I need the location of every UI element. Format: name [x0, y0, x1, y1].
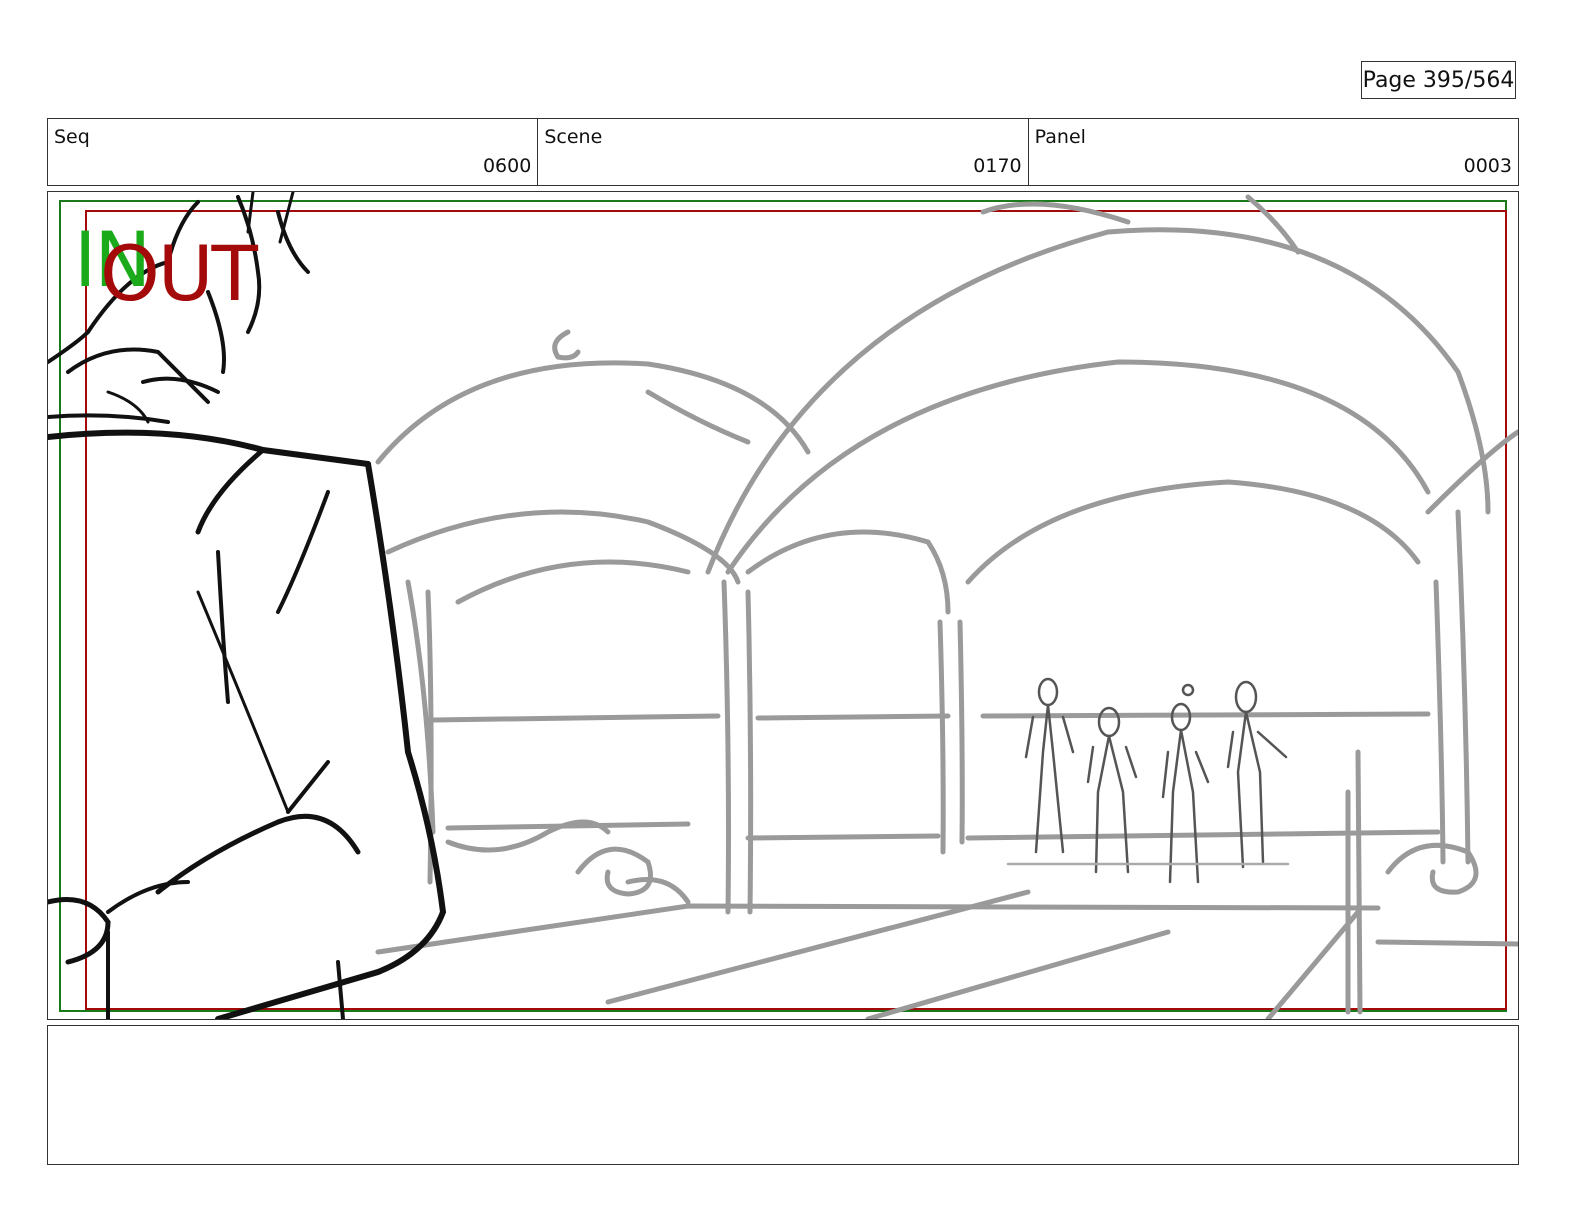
notes-box[interactable] — [47, 1025, 1519, 1165]
storyboard-sketch — [48, 192, 1518, 1019]
in-safe-area — [59, 200, 1507, 1012]
seq-field: Seq 0600 — [48, 119, 539, 185]
panel-value: 0003 — [1463, 155, 1512, 177]
seq-label: Seq — [54, 126, 90, 148]
panel-field: Panel 0003 — [1029, 119, 1518, 185]
scene-value: 0170 — [973, 155, 1022, 177]
scene-label: Scene — [544, 126, 603, 148]
out-marker: OUT — [100, 229, 258, 318]
scene-field: Scene 0170 — [538, 119, 1029, 185]
distant-characters — [1006, 677, 1290, 884]
seq-value: 0600 — [482, 155, 532, 177]
panel-header: Seq 0600 Scene 0170 Panel 0003 — [47, 118, 1519, 186]
storyboard-frame: IN OUT — [47, 191, 1519, 1020]
page-number: Page 395/564 — [1361, 61, 1516, 99]
background-architecture — [375, 194, 1518, 1019]
out-safe-area — [85, 210, 1507, 1010]
panel-label: Panel — [1034, 126, 1086, 148]
